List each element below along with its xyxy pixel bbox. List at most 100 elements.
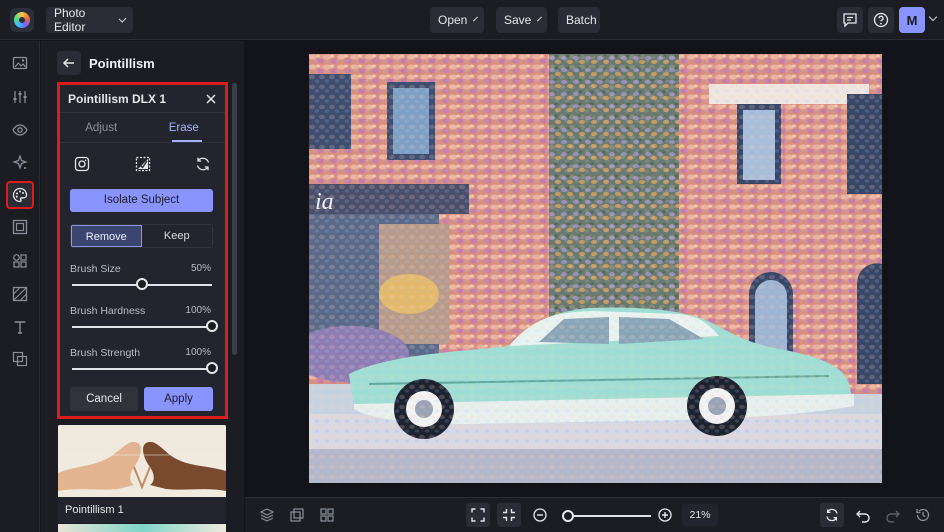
tab-erase[interactable]: Erase xyxy=(143,113,226,142)
help-icon xyxy=(873,12,889,28)
reset-mask-button[interactable] xyxy=(193,154,213,174)
app-logo[interactable] xyxy=(10,8,34,32)
top-bar: Photo Editor Open Save Batch M xyxy=(0,0,944,40)
expand-icon xyxy=(471,508,485,522)
brush-strength-track[interactable] xyxy=(72,368,212,370)
brush-square-icon xyxy=(74,156,90,172)
effect-settings-card: Pointillism DLX 1 Adjust Erase Isolate S… xyxy=(57,82,228,419)
brush-strength-value: 100% xyxy=(185,347,211,358)
brush-strength-label: Brush Strength xyxy=(70,347,141,359)
rail-artsy-tool[interactable] xyxy=(6,181,34,209)
remove-mode-button[interactable]: Remove xyxy=(71,225,142,247)
tab-active-indicator xyxy=(172,140,202,142)
batch-label: Batch xyxy=(566,13,597,27)
texture-icon xyxy=(12,286,28,302)
help-button[interactable] xyxy=(868,7,894,33)
pointillism-car-photo: ia xyxy=(309,54,882,483)
photo-canvas[interactable]: ia xyxy=(309,54,882,483)
panel-scrollbar[interactable] xyxy=(232,83,237,355)
zoom-slider-knob[interactable] xyxy=(562,510,575,522)
next-preset-thumbnail[interactable] xyxy=(58,524,226,532)
card-header: Pointillism DLX 1 xyxy=(60,85,225,113)
redo-button[interactable] xyxy=(883,505,903,525)
brush-hardness-label: Brush Hardness xyxy=(70,305,146,317)
grid-icon xyxy=(320,508,334,522)
image-icon xyxy=(12,56,28,70)
brush-strength-knob[interactable] xyxy=(206,362,218,374)
bottom-toolbar: 21% xyxy=(245,497,944,532)
undo-button[interactable] xyxy=(853,505,873,525)
eye-icon xyxy=(12,124,28,136)
text-icon xyxy=(14,321,26,334)
rail-view-tool[interactable] xyxy=(8,118,32,142)
apply-button[interactable]: Apply xyxy=(144,387,213,411)
grid-button[interactable] xyxy=(317,505,337,525)
open-menu-button[interactable]: Open xyxy=(430,7,484,33)
zoom-in-button[interactable] xyxy=(655,505,675,525)
layers-icon xyxy=(259,508,275,522)
save-label: Save xyxy=(504,13,532,27)
preset-thumbnail[interactable] xyxy=(58,425,226,497)
history-icon xyxy=(916,508,930,522)
rail-graphics-tool[interactable] xyxy=(8,249,32,273)
brush-size-knob[interactable] xyxy=(136,278,148,290)
compress-icon xyxy=(503,509,515,521)
redo-icon xyxy=(886,510,900,523)
rail-image-tool[interactable] xyxy=(8,51,32,75)
chevron-down-icon xyxy=(118,14,127,23)
undo-icon xyxy=(856,510,870,523)
erase-mode-toggle: Remove Keep xyxy=(70,224,213,248)
sliders-icon xyxy=(13,91,27,103)
rail-frames-tool[interactable] xyxy=(8,215,32,239)
logo-icon xyxy=(14,12,30,28)
user-avatar[interactable]: M xyxy=(899,7,925,33)
isolate-subject-button[interactable]: Isolate Subject xyxy=(70,189,213,212)
preset-label: Pointillism 1 xyxy=(58,497,226,523)
history-button[interactable] xyxy=(913,505,933,525)
chevron-down-icon xyxy=(537,16,543,21)
keep-mode-button[interactable]: Keep xyxy=(142,225,213,247)
arrow-left-icon xyxy=(62,58,74,68)
account-chevron-icon[interactable] xyxy=(928,12,938,22)
panel-header: Pointillism xyxy=(57,51,155,75)
brush-hardness-knob[interactable] xyxy=(206,320,218,332)
card-tabs: Adjust Erase xyxy=(60,113,225,143)
invert-icon xyxy=(135,156,150,172)
close-icon[interactable] xyxy=(205,93,217,105)
duplicate-button[interactable] xyxy=(287,505,307,525)
actual-size-button[interactable] xyxy=(497,503,521,527)
plus-circle-icon xyxy=(658,508,672,522)
reset-button[interactable] xyxy=(820,503,844,527)
sparkle-icon xyxy=(12,155,28,170)
zoom-level-value[interactable]: 21% xyxy=(682,504,718,526)
brush-mode-button[interactable] xyxy=(72,154,92,174)
fit-screen-button[interactable] xyxy=(466,503,490,527)
rail-text-tool[interactable] xyxy=(8,315,32,339)
rail-textures-tool[interactable] xyxy=(8,282,32,306)
cancel-button[interactable]: Cancel xyxy=(70,387,138,411)
rail-overlays-tool[interactable] xyxy=(8,347,32,371)
duplicate-icon xyxy=(290,508,304,522)
tab-adjust[interactable]: Adjust xyxy=(60,113,143,142)
app-switcher-dropdown[interactable]: Photo Editor xyxy=(46,6,133,34)
rail-adjust-tool[interactable] xyxy=(8,85,32,109)
app-name: Photo Editor xyxy=(54,6,86,34)
feedback-button[interactable] xyxy=(837,7,863,33)
brush-size-label: Brush Size xyxy=(70,263,121,275)
refresh-icon xyxy=(826,508,838,522)
brush-hardness-value: 100% xyxy=(185,305,211,316)
layers-button[interactable] xyxy=(257,505,277,525)
zoom-slider-track[interactable] xyxy=(563,515,651,517)
back-button[interactable] xyxy=(57,51,81,75)
brush-hardness-track[interactable] xyxy=(72,326,212,328)
batch-button[interactable]: Batch xyxy=(558,7,600,33)
layers-overlay-icon xyxy=(12,351,28,367)
invert-mask-button[interactable] xyxy=(133,154,153,174)
tool-rail xyxy=(0,41,40,532)
save-menu-button[interactable]: Save xyxy=(496,7,547,33)
zoom-out-button[interactable] xyxy=(530,505,550,525)
rail-effects-tool[interactable] xyxy=(8,151,32,175)
refresh-icon xyxy=(196,157,210,171)
frame-icon xyxy=(12,219,28,235)
hands-heart-thumbnail-image xyxy=(58,425,226,497)
